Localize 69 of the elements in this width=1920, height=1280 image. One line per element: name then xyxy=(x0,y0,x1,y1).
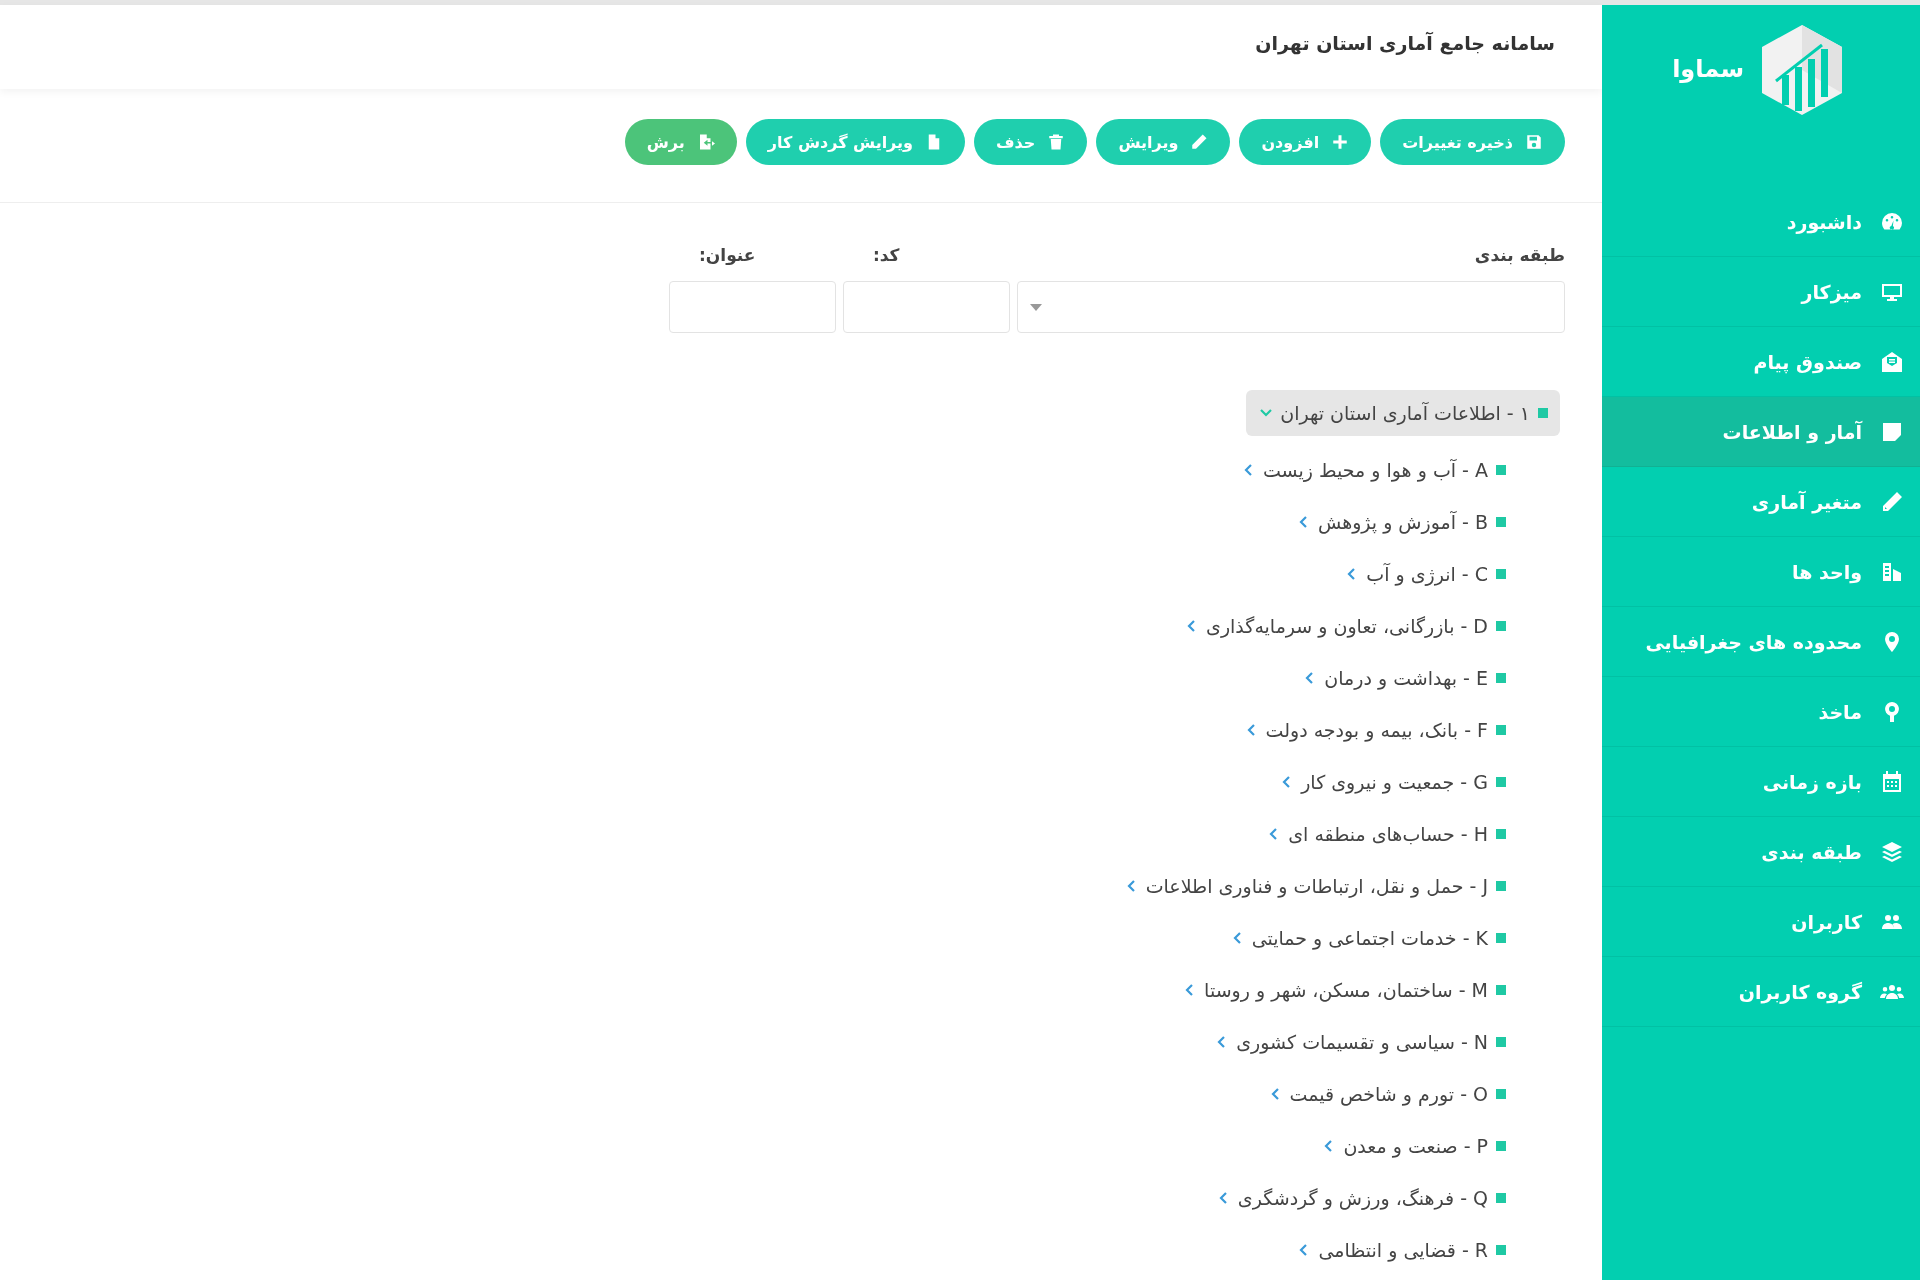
nav-item[interactable]: محدوده های جغرافیایی xyxy=(1602,607,1920,677)
nav-item[interactable]: میزکار xyxy=(1602,257,1920,327)
square-icon xyxy=(1496,465,1506,475)
tree-item[interactable]: D - بازرگانی، تعاون و سرمایه‌گذاری xyxy=(1172,600,1518,652)
nav-item[interactable]: ماخذ xyxy=(1602,677,1920,747)
square-icon xyxy=(1496,829,1506,839)
nav-item[interactable]: گروه کاربران xyxy=(1602,957,1920,1027)
tree-item[interactable]: C - انرژی و آب xyxy=(1332,548,1518,600)
tree-item[interactable]: P - صنعت و معدن xyxy=(1309,1120,1518,1172)
tree-item[interactable]: O - تورم و شاخص قیمت xyxy=(1255,1068,1518,1120)
tree-item[interactable]: R - قضایی و انتظامی xyxy=(1284,1224,1518,1276)
square-icon xyxy=(1496,569,1506,579)
select-field[interactable] xyxy=(1017,281,1565,333)
square-icon xyxy=(1496,1193,1506,1203)
square-icon xyxy=(1496,1089,1506,1099)
square-icon xyxy=(1496,985,1506,995)
floppy-icon xyxy=(1525,133,1543,151)
tree-item[interactable]: F - بانک، بیمه و بودجه دولت xyxy=(1231,704,1518,756)
caret-down-icon xyxy=(1030,303,1042,311)
square-icon xyxy=(1496,517,1506,527)
square-icon xyxy=(1496,673,1506,683)
nav-item[interactable]: کاربران xyxy=(1602,887,1920,957)
tree-item[interactable]: ۱ - اطلاعات آماری استان تهران xyxy=(1246,390,1560,436)
layers-icon xyxy=(1880,839,1904,864)
tree-item[interactable]: Q - فرهنگ، ورزش و گردشگری xyxy=(1203,1172,1518,1224)
envelope-icon xyxy=(1880,349,1904,374)
tree-item[interactable]: E - بهداشت و درمان xyxy=(1290,652,1518,704)
pencil-icon xyxy=(1190,133,1209,151)
calendar-icon xyxy=(1880,769,1904,794)
tree-item[interactable]: H - حساب‌های منطقه ای xyxy=(1254,808,1518,860)
page-title: سامانه جامع آماری استان تهران xyxy=(1254,31,1556,54)
square-icon xyxy=(1496,777,1506,787)
plus-icon xyxy=(1331,133,1350,151)
square-icon xyxy=(1496,725,1506,735)
tree-item[interactable]: A - آب و هوا و محیط زیست xyxy=(1228,444,1518,496)
square-icon xyxy=(1496,621,1506,631)
tree-item[interactable]: N - سیاسی و تقسیمات کشوری xyxy=(1202,1016,1518,1068)
hexagon-logo-icon xyxy=(1762,25,1842,115)
toolbar-button[interactable]: حذف xyxy=(974,119,1088,165)
toolbar-button[interactable]: برش xyxy=(624,119,737,165)
square-icon xyxy=(1496,1245,1506,1255)
square-icon xyxy=(1496,933,1506,943)
square-icon xyxy=(1496,1037,1506,1047)
toolbar-button[interactable]: ویرایش گردش کار xyxy=(745,119,966,165)
nav-item[interactable]: متغیر آماری xyxy=(1602,467,1920,537)
field-label: کد: xyxy=(872,245,901,267)
logo-text: سماوا xyxy=(1672,55,1744,83)
nav-item[interactable]: طبقه بندی xyxy=(1602,817,1920,887)
tree-item[interactable]: G - جمعیت و نیروی کار xyxy=(1267,756,1518,808)
tree-item[interactable]: J - حمل و نقل، ارتباطات و فناوری اطلاعات xyxy=(1111,860,1518,912)
input-field[interactable] xyxy=(669,281,836,333)
field-label: عنوان: xyxy=(698,245,757,267)
pencil-icon xyxy=(1880,489,1904,514)
toolbar-button[interactable]: ذخیره تغییرات xyxy=(1380,119,1565,165)
nav-item[interactable]: داشبورد xyxy=(1602,187,1920,257)
tree-item[interactable]: K - خدمات اجتماعی و حمایتی xyxy=(1217,912,1518,964)
toolbar-button[interactable]: ویرایش xyxy=(1096,119,1231,165)
nav-item[interactable]: بازه زمانی xyxy=(1602,747,1920,817)
field-label: طبقه بندی xyxy=(1473,245,1565,267)
toolbar-button[interactable]: افزودن xyxy=(1239,119,1372,165)
tree-item[interactable]: B - آموزش و پژوهش xyxy=(1283,496,1518,548)
square-icon xyxy=(1496,881,1506,891)
tree-item[interactable]: M - ساختمان، مسکن، شهر و روستا xyxy=(1170,964,1518,1016)
trash-icon xyxy=(1047,133,1066,151)
square-icon xyxy=(1496,1141,1506,1151)
nav-item[interactable]: واحد ها xyxy=(1602,537,1920,607)
square-icon xyxy=(1538,408,1548,418)
nav-item[interactable]: آمار و اطلاعات xyxy=(1602,397,1920,467)
input-field[interactable] xyxy=(843,281,1010,333)
